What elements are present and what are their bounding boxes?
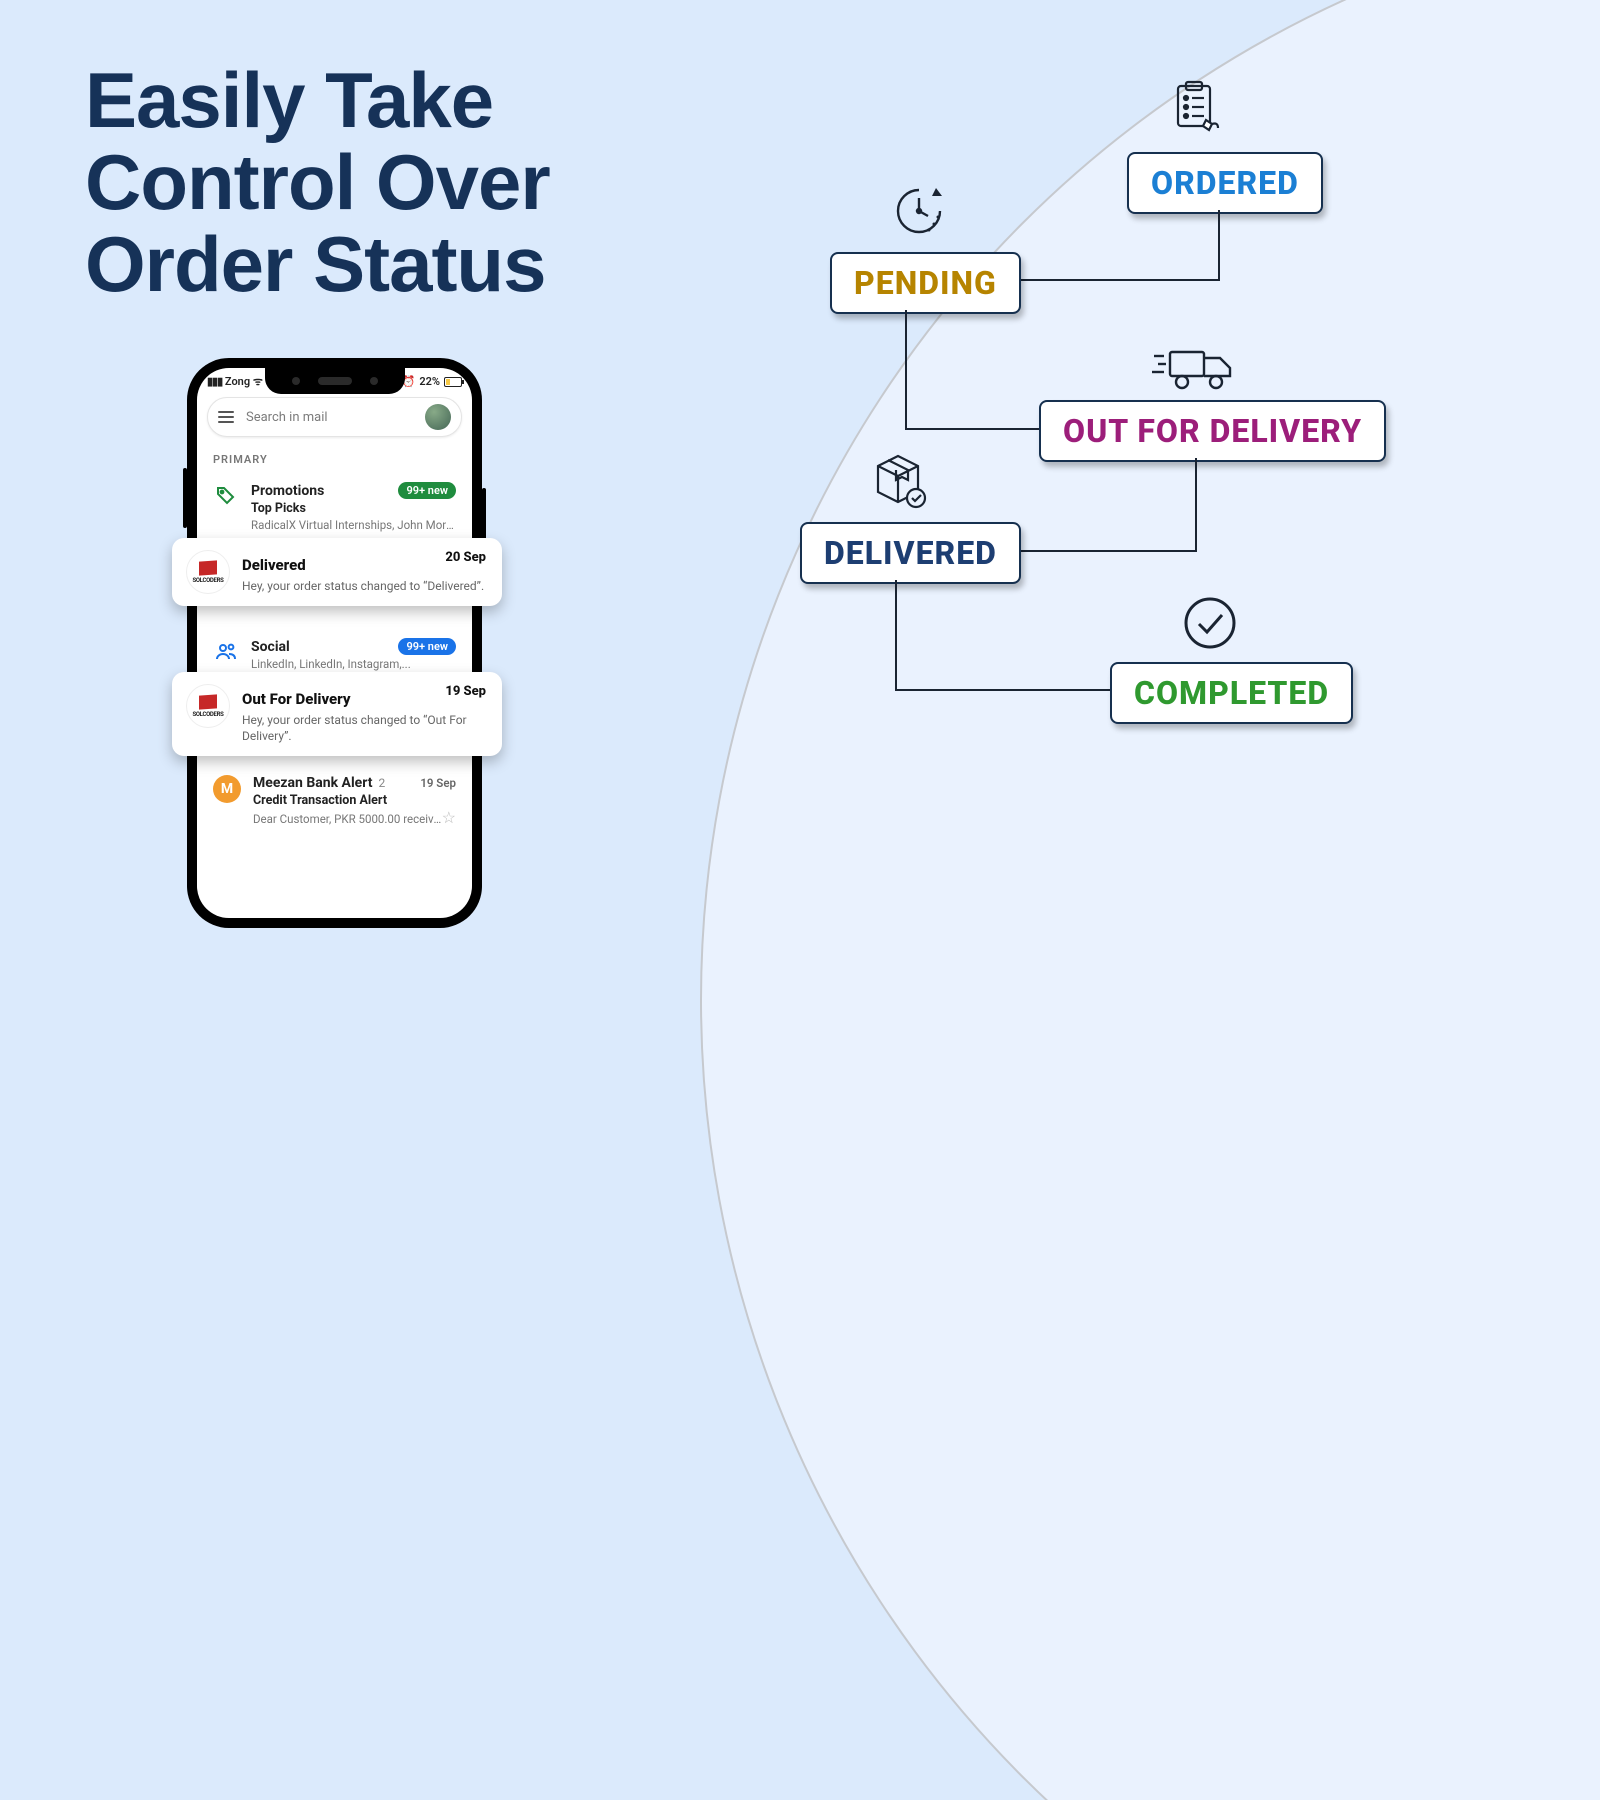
phone-notch — [265, 368, 405, 394]
check-circle-icon — [1182, 595, 1238, 655]
promotions-sub: Top Picks — [251, 501, 456, 516]
brand-logo: SOLCODERS — [186, 684, 230, 728]
phone-screen: ▮▮▮ Zong ᯤ ⏰ 22% Search in mail PRIMARY — [197, 368, 472, 918]
search-placeholder: Search in mail — [246, 410, 413, 425]
notif-snippet: Hey, your order status changed to “Out F… — [242, 712, 488, 744]
connector — [895, 689, 1110, 691]
mail-subject: Credit Transaction Alert — [253, 793, 456, 808]
status-node-completed: COMPLETED — [1110, 662, 1353, 724]
phone-mockup: ▮▮▮ Zong ᯤ ⏰ 22% Search in mail PRIMARY — [187, 358, 482, 928]
connector — [905, 428, 1039, 430]
connector — [1020, 279, 1220, 281]
mail-date: 19 Sep — [420, 776, 456, 790]
social-badge: 99+ new — [398, 638, 456, 655]
battery-pct: 22% — [419, 375, 440, 388]
status-label: COMPLETED — [1134, 674, 1329, 712]
package-check-icon — [868, 450, 928, 514]
menu-icon[interactable] — [218, 411, 234, 423]
mail-sender: Meezan Bank Alert 2 — [253, 775, 385, 791]
promotions-badge: 99+ new — [398, 482, 456, 499]
social-title: Social — [251, 639, 290, 655]
search-bar[interactable]: Search in mail — [207, 397, 462, 437]
notification-card-out-for-delivery: SOLCODERS 19 Sep Out For Delivery Hey, y… — [172, 672, 502, 756]
notif-date: 20 Sep — [445, 550, 486, 565]
connector — [1195, 458, 1197, 552]
battery-icon — [444, 377, 462, 387]
order-status-flowchart: ORDERED PENDING — [800, 60, 1500, 820]
checklist-icon — [1170, 80, 1228, 142]
mail-snippet: Dear Customer, PKR 5000.00 receive... — [253, 812, 442, 826]
status-node-delivered: DELIVERED — [800, 522, 1021, 584]
status-label: DELIVERED — [824, 534, 997, 572]
sender-initial: M — [213, 775, 241, 803]
clock-icon — [892, 184, 946, 242]
social-snippet: LinkedIn, LinkedIn, Instagram,... — [251, 657, 456, 671]
section-primary: PRIMARY — [197, 445, 472, 474]
people-icon — [213, 638, 239, 664]
mail-item-bank[interactable]: M Meezan Bank Alert 2 19 Sep Credit Tran… — [197, 767, 472, 835]
page-headline: Easily TakeControl OverOrder Status — [85, 60, 550, 306]
connector — [1218, 210, 1220, 280]
tag-icon — [213, 482, 239, 508]
connector — [1000, 550, 1197, 552]
status-label: ORDERED — [1151, 164, 1299, 202]
status-node-ordered: ORDERED — [1127, 152, 1323, 214]
notif-date: 19 Sep — [445, 684, 486, 699]
truck-icon — [1150, 342, 1236, 398]
category-promotions[interactable]: Promotions 99+ new Top Picks RadicalX Vi… — [197, 474, 472, 540]
notification-card-delivered: SOLCODERS 20 Sep Delivered Hey, your ord… — [172, 538, 502, 606]
promotions-title: Promotions — [251, 483, 324, 499]
avatar[interactable] — [425, 404, 451, 430]
status-node-pending: PENDING — [830, 252, 1021, 314]
notif-snippet: Hey, your order status changed to “Deliv… — [242, 578, 488, 594]
brand-logo: SOLCODERS — [186, 550, 230, 594]
status-label: PENDING — [854, 264, 997, 302]
status-node-out-for-delivery: OUT FOR DELIVERY — [1039, 400, 1386, 462]
connector — [895, 580, 897, 690]
promotions-snippet: RadicalX Virtual Internships, John Morri… — [251, 518, 456, 532]
star-icon[interactable]: ☆ — [442, 808, 456, 827]
status-label: OUT FOR DELIVERY — [1063, 412, 1362, 450]
connector — [905, 310, 907, 430]
carrier-label: ▮▮▮ Zong ᯤ — [207, 374, 263, 389]
